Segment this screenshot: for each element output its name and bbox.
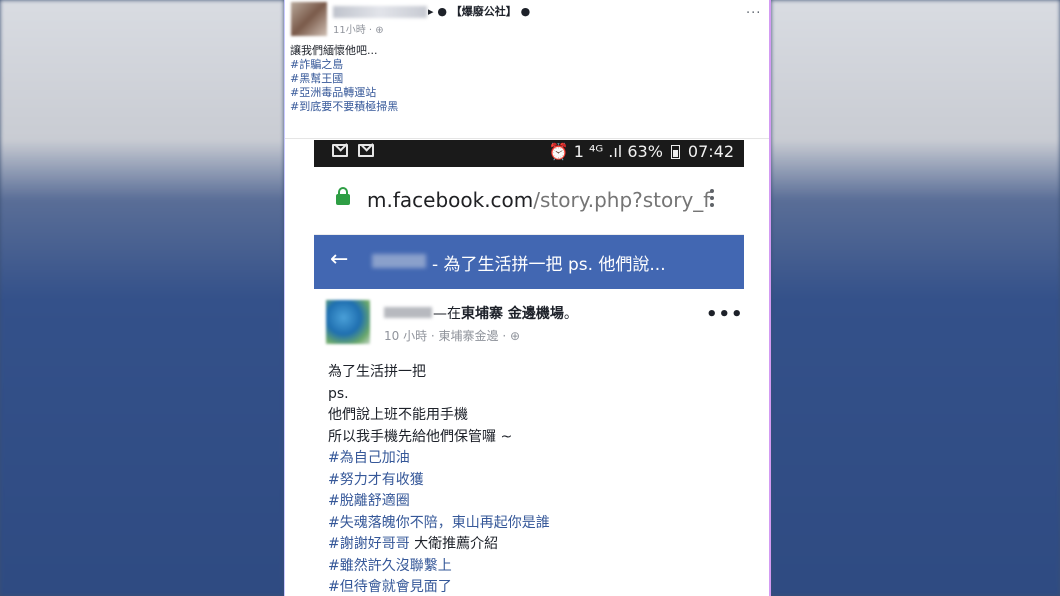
story-name-blurred[interactable] (384, 307, 432, 318)
hashtag-link[interactable]: #努力才有收獲 (328, 470, 550, 492)
post-more-button[interactable]: ··· (746, 6, 761, 21)
hashtag-link[interactable]: #謝謝好哥哥 (328, 536, 410, 552)
facebook-header: ← - 為了生活拼一把 ps. 他們說... (314, 235, 744, 289)
gmail-icon (358, 144, 374, 157)
phone-screenshot: ⏰ 1 ⁴ᴳ .ıl 63% 07:42 m.facebook.com/stor… (314, 140, 744, 596)
hashtag-link[interactable]: #到底要不要積極掃黑 (290, 100, 398, 114)
battery-icon (670, 144, 680, 159)
post-timestamp[interactable]: 11小時 · ⊕ (333, 21, 384, 36)
story-more-button[interactable]: ••• (706, 304, 744, 325)
post-text-line: 讓我們緬懷他吧... (290, 44, 378, 57)
status-icons-text: ⏰ 1 ⁴ᴳ .ıl 63% (548, 142, 663, 161)
status-indicators: ⏰ 1 ⁴ᴳ .ıl 63% 07:42 (549, 142, 734, 161)
story-line: ps. (328, 385, 349, 402)
hashtag-link[interactable]: #失魂落魄你不陪，東山再起你是誰 (328, 513, 550, 535)
hashtag-link[interactable]: #雖然許久沒聯繫上 (328, 556, 550, 578)
hashtag-link[interactable]: #黑幫王國 (290, 72, 398, 86)
story-meta[interactable]: 10 小時 · 東埔寨金邊 · ⊕ (384, 327, 520, 344)
story-mixed-text: 大衛推薦介紹 (409, 536, 499, 552)
story-line: 他們說上班不能用手機 (328, 407, 468, 423)
post-text: 讓我們緬懷他吧... #詐騙之島 #黑幫王國 #亞洲毒品轉運站 #到底要不要積極… (290, 44, 398, 114)
header-name-blurred (372, 254, 426, 268)
background-right (771, 0, 1060, 596)
phone-status-bar: ⏰ 1 ⁴ᴳ .ıl 63% 07:42 (314, 140, 744, 167)
lock-icon (336, 187, 350, 205)
browser-menu-icon[interactable] (710, 189, 714, 210)
story-avatar[interactable] (326, 300, 370, 344)
story-line: 所以我手機先給他們保管囉 ~ (328, 428, 513, 445)
story-line: 為了生活拼一把 (328, 364, 426, 380)
url-path: /story.php?story_f (533, 188, 711, 212)
story-mixed-line: #謝謝好哥哥 大衛推薦介紹 (328, 534, 550, 556)
background-left (0, 0, 284, 596)
hashtag-link[interactable]: #為自己加油 (328, 448, 550, 470)
hashtag-link[interactable]: #亞洲毒品轉運站 (290, 86, 398, 100)
group-link[interactable]: ▸ ● 【爆廢公社】 ● (428, 3, 530, 19)
header-title: - 為了生活拼一把 ps. 他們說... (432, 255, 666, 275)
poster-name-blurred[interactable] (333, 6, 427, 18)
back-arrow-icon[interactable]: ← (330, 247, 348, 272)
hashtag-link[interactable]: #詐騙之島 (290, 58, 398, 72)
checkin-prefix: —在 (433, 306, 461, 322)
hashtag-link[interactable]: #但待會就會見面了 (328, 577, 550, 596)
facebook-post-card: ▸ ● 【爆廢公社】 ● 11小時 · ⊕ ··· 讓我們緬懷他吧... #詐騙… (284, 0, 771, 596)
poster-avatar[interactable] (291, 2, 327, 36)
hashtag-link[interactable]: #脫離舒適圈 (328, 491, 550, 513)
browser-url-bar[interactable]: m.facebook.com/story.php?story_f (314, 167, 744, 235)
story-checkin: —在東埔寨 金邊機場。 (433, 303, 578, 323)
checkin-suffix: 。 (563, 306, 578, 322)
status-time: 07:42 (687, 142, 734, 161)
story-post: —在東埔寨 金邊機場。 10 小時 · 東埔寨金邊 · ⊕ ••• 為了生活拼一… (314, 290, 744, 596)
checkin-place-link[interactable]: 東埔寨 金邊機場 (461, 306, 564, 322)
story-body: 為了生活拼一把 ps. 他們說上班不能用手機 所以我手機先給他們保管囉 ~ #為… (328, 362, 550, 596)
gmail-icon (332, 144, 348, 157)
url-text[interactable]: m.facebook.com/story.php?story_f (367, 188, 710, 212)
url-host: m.facebook.com (367, 188, 534, 212)
post-header: ▸ ● 【爆廢公社】 ● 11小時 · ⊕ ··· 讓我們緬懷他吧... #詐騙… (285, 0, 769, 140)
divider (285, 138, 769, 139)
